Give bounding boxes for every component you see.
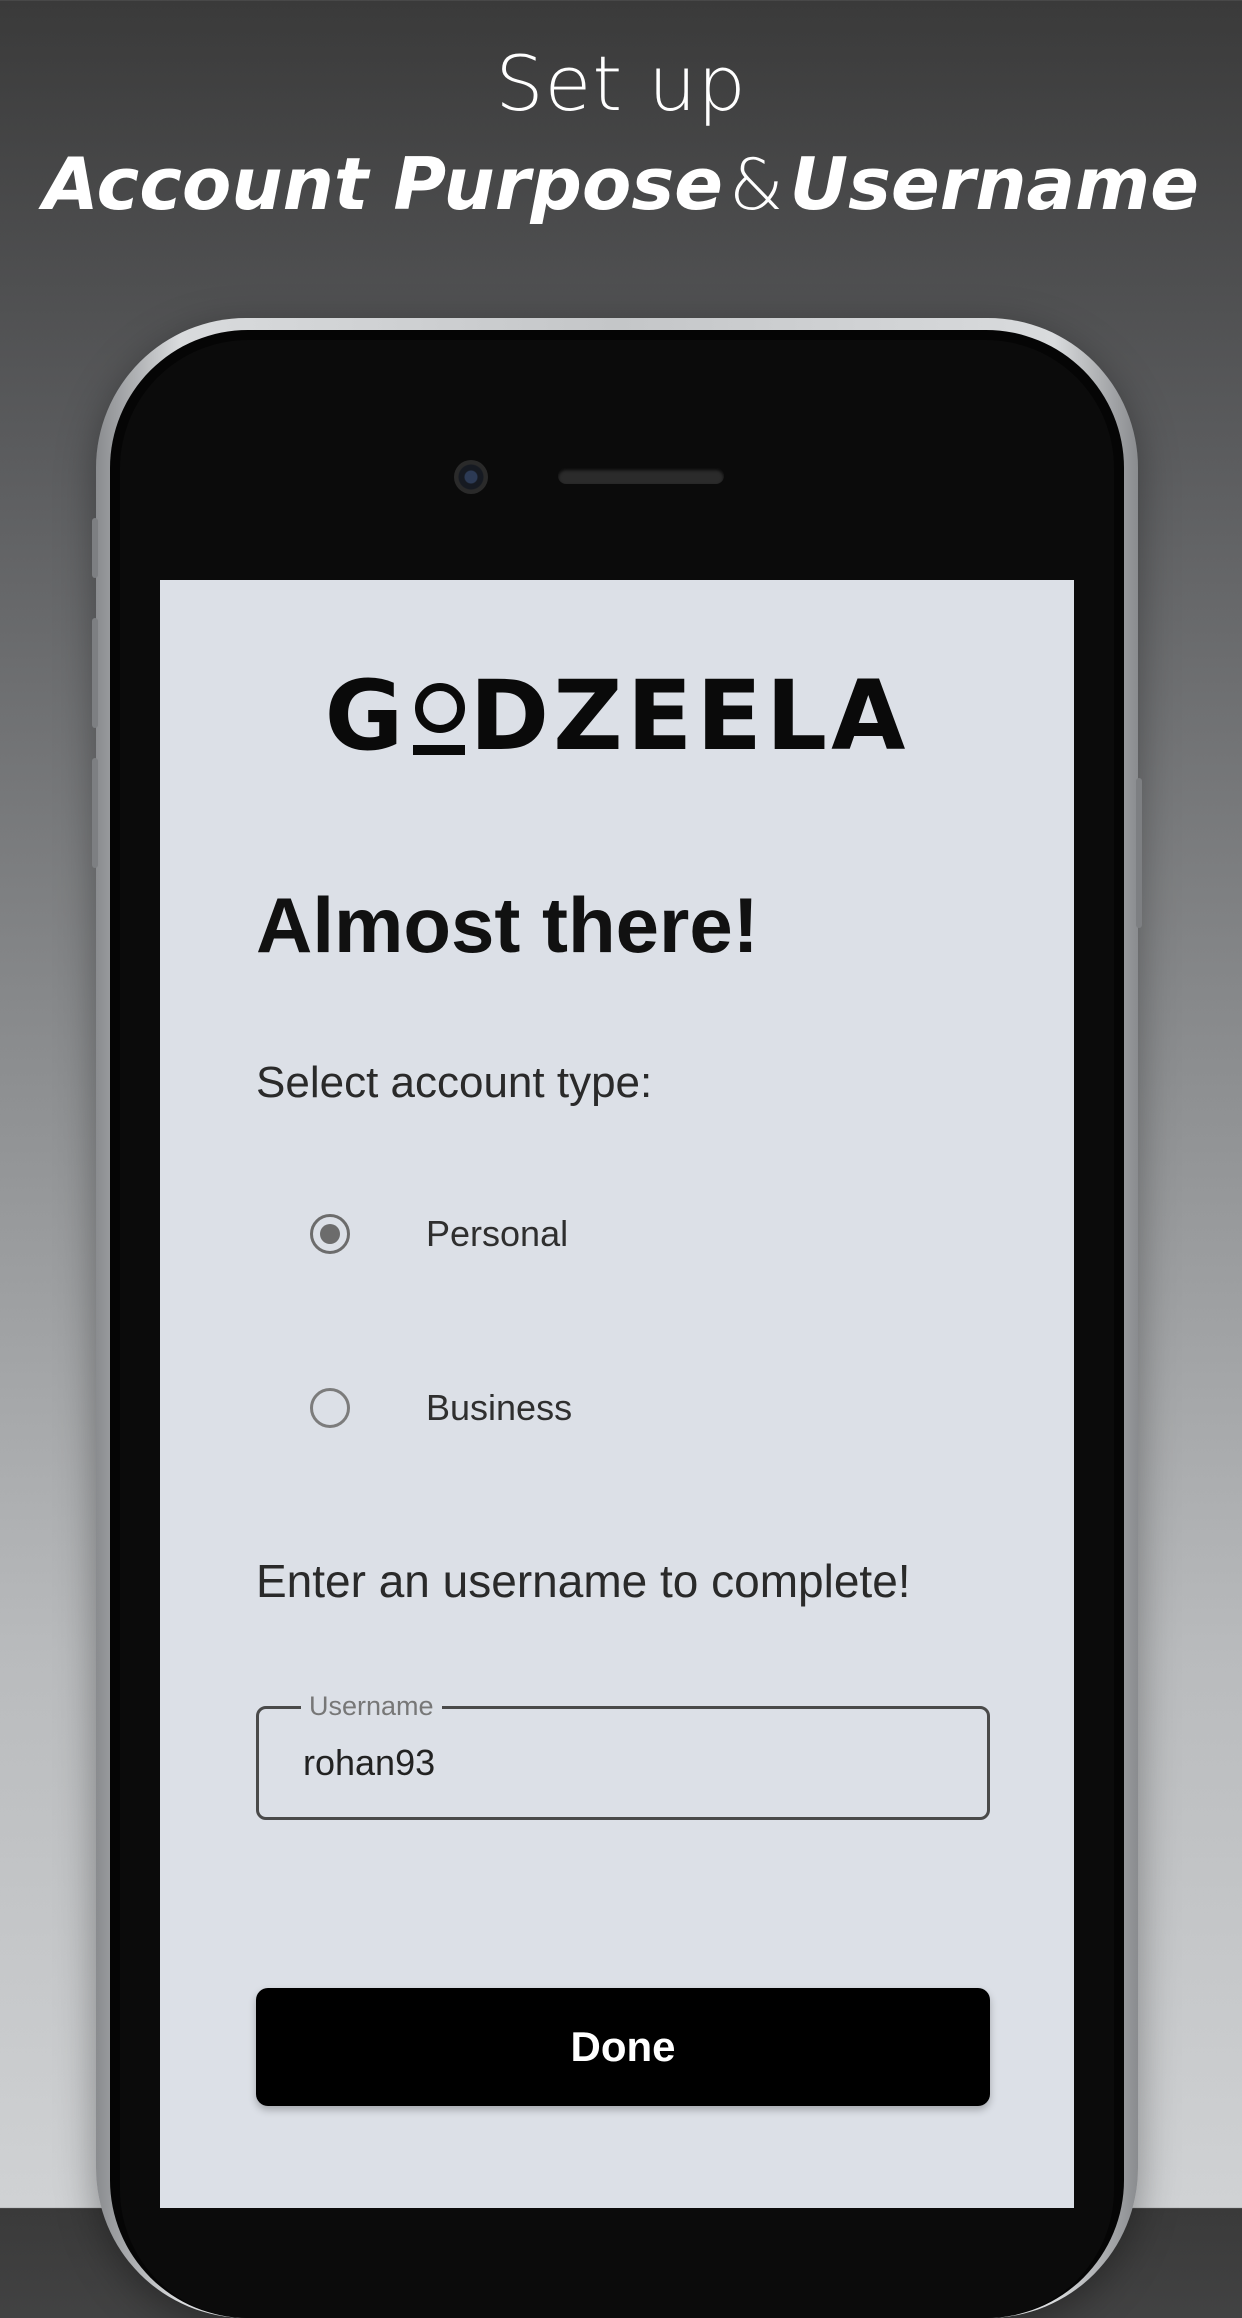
radio-label-personal[interactable]: Personal — [426, 1213, 568, 1255]
promo-headline: Set up Account Purpose&Username — [0, 36, 1242, 233]
radio-button-personal[interactable] — [310, 1214, 350, 1254]
radio-option-personal[interactable]: Personal — [310, 1204, 568, 1264]
logo-text-suffix: DZEELA — [469, 660, 910, 772]
headline-line-2: Account Purpose&Username — [0, 136, 1242, 233]
username-field-label: Username — [301, 1691, 442, 1722]
phone-volume-up-button — [92, 618, 98, 728]
phone-power-button — [1136, 778, 1142, 928]
headline-account-purpose: Account Purpose — [43, 142, 724, 226]
phone-volume-down-button — [92, 758, 98, 868]
headline-ampersand: & — [729, 144, 784, 226]
username-field[interactable]: Username — [256, 1691, 990, 1820]
phone-side-button — [92, 518, 98, 578]
godzeela-logo: G DZEELA — [160, 660, 1074, 772]
radio-label-business[interactable]: Business — [426, 1387, 572, 1429]
radio-button-business[interactable] — [310, 1388, 350, 1428]
radio-option-business[interactable]: Business — [310, 1378, 572, 1438]
logo-text-prefix: G — [324, 660, 408, 772]
headline-username: Username — [789, 142, 1199, 226]
logo-o-mark-icon — [409, 675, 467, 755]
username-input[interactable] — [303, 1737, 943, 1789]
account-type-label: Select account type: — [256, 1058, 653, 1107]
done-button[interactable]: Done — [256, 1988, 990, 2106]
page-title: Almost there! — [256, 881, 759, 969]
earpiece-speaker — [558, 468, 724, 484]
front-camera-icon — [454, 460, 488, 494]
app-screen: G DZEELA Almost there! Select account typ… — [160, 580, 1074, 2208]
username-prompt: Enter an username to complete! — [256, 1555, 911, 1607]
headline-line-1: Set up — [495, 39, 747, 128]
